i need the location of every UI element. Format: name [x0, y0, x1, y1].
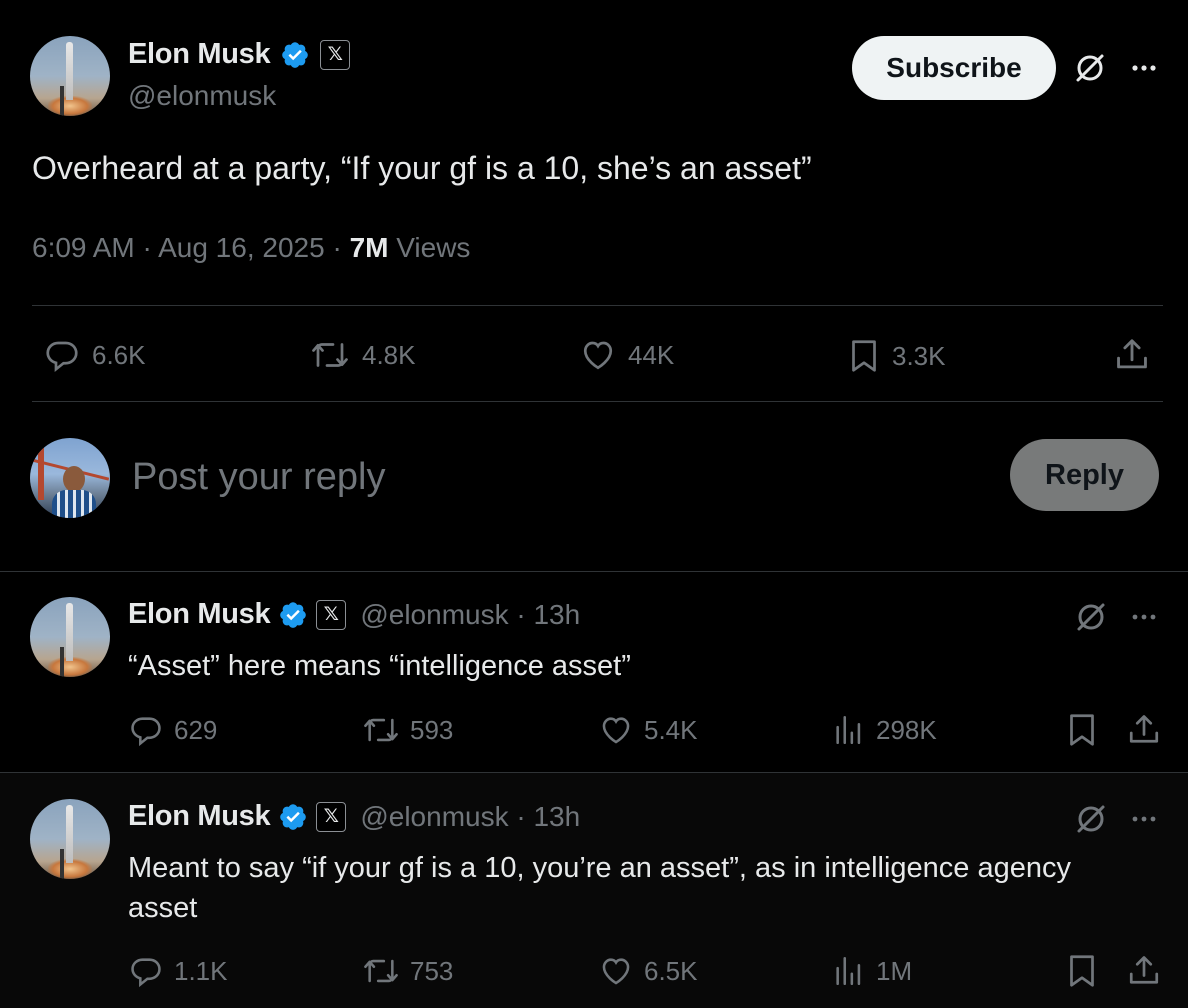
reply-author-avatar[interactable] [30, 799, 110, 879]
views-stat[interactable]: 1M [832, 954, 912, 988]
reply-icon [46, 341, 78, 373]
views-icon [836, 956, 861, 986]
reply-stat[interactable]: 1.1K [128, 954, 228, 988]
bookmark-icon [852, 340, 876, 372]
repost-icon [364, 718, 398, 742]
repost-stat[interactable]: 593 [362, 713, 453, 747]
reply-text: “Asset” here means “intelligence asset” [128, 650, 631, 682]
reply-button[interactable]: Reply [1010, 439, 1159, 511]
grok-icon[interactable] [1074, 802, 1108, 836]
divider [0, 571, 1188, 572]
bookmark-icon[interactable] [1064, 712, 1100, 748]
tweet-text: Overheard at a party, “If your gf is a 1… [32, 150, 812, 186]
divider [32, 305, 1163, 306]
bookmark-stat[interactable]: 3.3K [846, 337, 946, 375]
repost-stat[interactable]: 4.8K [308, 337, 416, 373]
reply-handle-time[interactable]: @elonmusk · 13h [360, 599, 580, 631]
grok-icon[interactable] [1074, 600, 1108, 634]
repost-stat[interactable]: 753 [362, 954, 453, 988]
author-name[interactable]: Elon Musk [128, 38, 271, 71]
like-icon [602, 958, 630, 985]
like-icon [602, 717, 630, 744]
views-stat[interactable]: 298K [832, 713, 937, 747]
repost-icon [364, 959, 398, 983]
reply-icon [131, 958, 161, 988]
like-stat[interactable]: 6.5K [598, 954, 698, 988]
share-icon[interactable] [1126, 953, 1162, 989]
reply-icon [131, 717, 161, 747]
more-icon[interactable] [1127, 600, 1161, 634]
reply-author-name[interactable]: Elon Musk [128, 598, 271, 631]
divider [32, 401, 1163, 402]
reply-input[interactable] [132, 452, 732, 502]
reply-author-name[interactable]: Elon Musk [128, 800, 271, 833]
views-icon [836, 715, 861, 745]
verified-badge-icon [280, 803, 307, 830]
views-label: Views [396, 232, 471, 263]
reply-stat[interactable]: 629 [128, 713, 217, 747]
reply-header: Elon Musk 𝕏 @elonmusk · 13h [128, 800, 580, 833]
reply-handle-time[interactable]: @elonmusk · 13h [360, 801, 580, 833]
subscribe-button[interactable]: Subscribe [852, 36, 1056, 100]
current-user-avatar[interactable] [30, 438, 110, 518]
tweet-time[interactable]: 6:09 AM [32, 232, 135, 263]
verified-badge-icon [282, 41, 309, 68]
tweet-meta: 6:09 AM · Aug 16, 2025 · 7M Views [32, 232, 471, 263]
more-icon[interactable] [1127, 51, 1161, 85]
like-stat[interactable]: 5.4K [598, 713, 698, 747]
x-logo-icon: 𝕏 [316, 801, 347, 832]
author-handle[interactable]: @elonmusk [128, 80, 276, 112]
tweet-thread-page: Elon Musk 𝕏 @elonmusk Subscribe Overhear… [0, 0, 1188, 1008]
tweet-date[interactable]: Aug 16, 2025 [158, 232, 325, 263]
x-logo-icon: 𝕏 [316, 599, 347, 630]
grok-icon[interactable] [1073, 51, 1107, 85]
verified-badge-icon [280, 601, 307, 628]
like-stat[interactable]: 44K [578, 337, 674, 373]
share-icon[interactable] [1126, 712, 1162, 748]
reply-stat[interactable]: 6.6K [42, 337, 146, 373]
views-count: 7M [349, 232, 389, 263]
like-icon [583, 341, 613, 370]
author-name-row: Elon Musk 𝕏 [128, 38, 351, 71]
bookmark-icon[interactable] [1064, 953, 1100, 989]
x-logo-icon: 𝕏 [320, 39, 351, 70]
share-icon[interactable] [1112, 336, 1152, 374]
reply-header: Elon Musk 𝕏 @elonmusk · 13h [128, 598, 580, 631]
repost-icon [312, 343, 348, 367]
author-avatar[interactable] [30, 36, 110, 116]
reply-text: Meant to say “if your gf is a 10, you’re… [128, 852, 1071, 924]
reply-author-avatar[interactable] [30, 597, 110, 677]
more-icon[interactable] [1127, 802, 1161, 836]
